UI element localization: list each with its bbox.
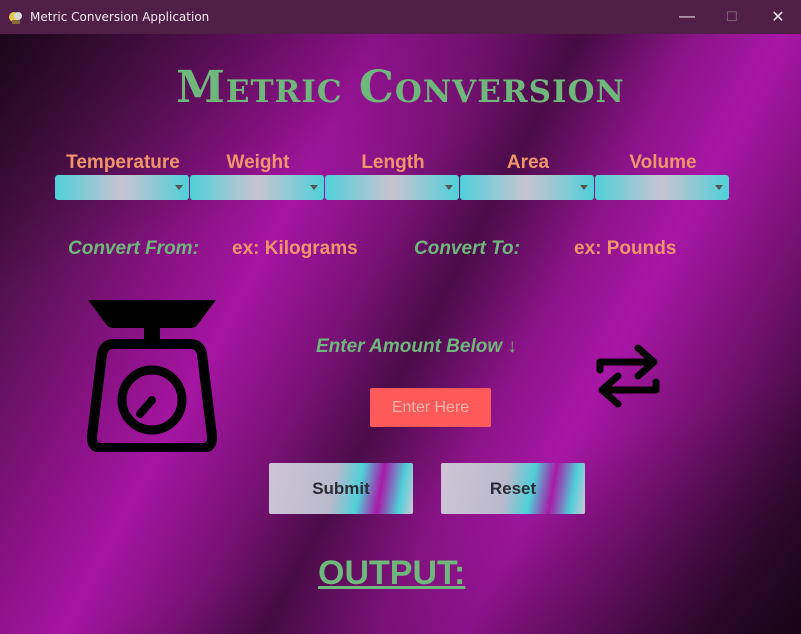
convert-to-label: Convert To: (414, 238, 520, 259)
dropdown-arrow-icon (715, 185, 723, 190)
category-label-temperature: Temperature (66, 152, 180, 173)
convert-from-value: ex: Kilograms (232, 238, 358, 259)
dropdown-arrow-icon (445, 185, 453, 190)
volume-dropdown[interactable] (595, 175, 729, 200)
scale-icon (86, 300, 218, 452)
title-bar: Metric Conversion Application — ☐ ✕ (0, 0, 801, 34)
convert-from-label: Convert From: (68, 238, 199, 259)
maximize-button[interactable]: ☐ (709, 0, 755, 34)
dropdown-arrow-icon (310, 185, 318, 190)
app-icon (9, 12, 22, 24)
minimize-button[interactable]: — (664, 0, 710, 34)
category-label-area: Area (506, 152, 550, 173)
close-button[interactable]: ✕ (755, 0, 801, 34)
output-label: OUTPUT: (318, 554, 466, 592)
reset-button[interactable]: Reset (441, 463, 585, 514)
length-dropdown[interactable] (325, 175, 459, 200)
convert-to-value: ex: Pounds (574, 238, 677, 259)
page-title: Metric Conversion (176, 62, 625, 113)
enter-amount-label: Enter Amount Below ↓ (316, 336, 517, 357)
dropdown-arrow-icon (580, 185, 588, 190)
weight-dropdown[interactable] (190, 175, 324, 200)
dropdown-arrow-icon (175, 185, 183, 190)
swap-arrows-icon[interactable] (592, 344, 664, 408)
window-title: Metric Conversion Application (30, 10, 210, 24)
category-label-length: Length (361, 152, 425, 173)
temperature-dropdown[interactable] (55, 175, 189, 200)
amount-input[interactable] (370, 388, 491, 427)
submit-button[interactable]: Submit (269, 463, 413, 514)
area-dropdown[interactable] (460, 175, 594, 200)
category-label-volume: Volume (629, 152, 697, 173)
app-content: Metric Conversion Temperature Weight Len… (0, 34, 801, 634)
category-label-weight: Weight (226, 152, 290, 173)
